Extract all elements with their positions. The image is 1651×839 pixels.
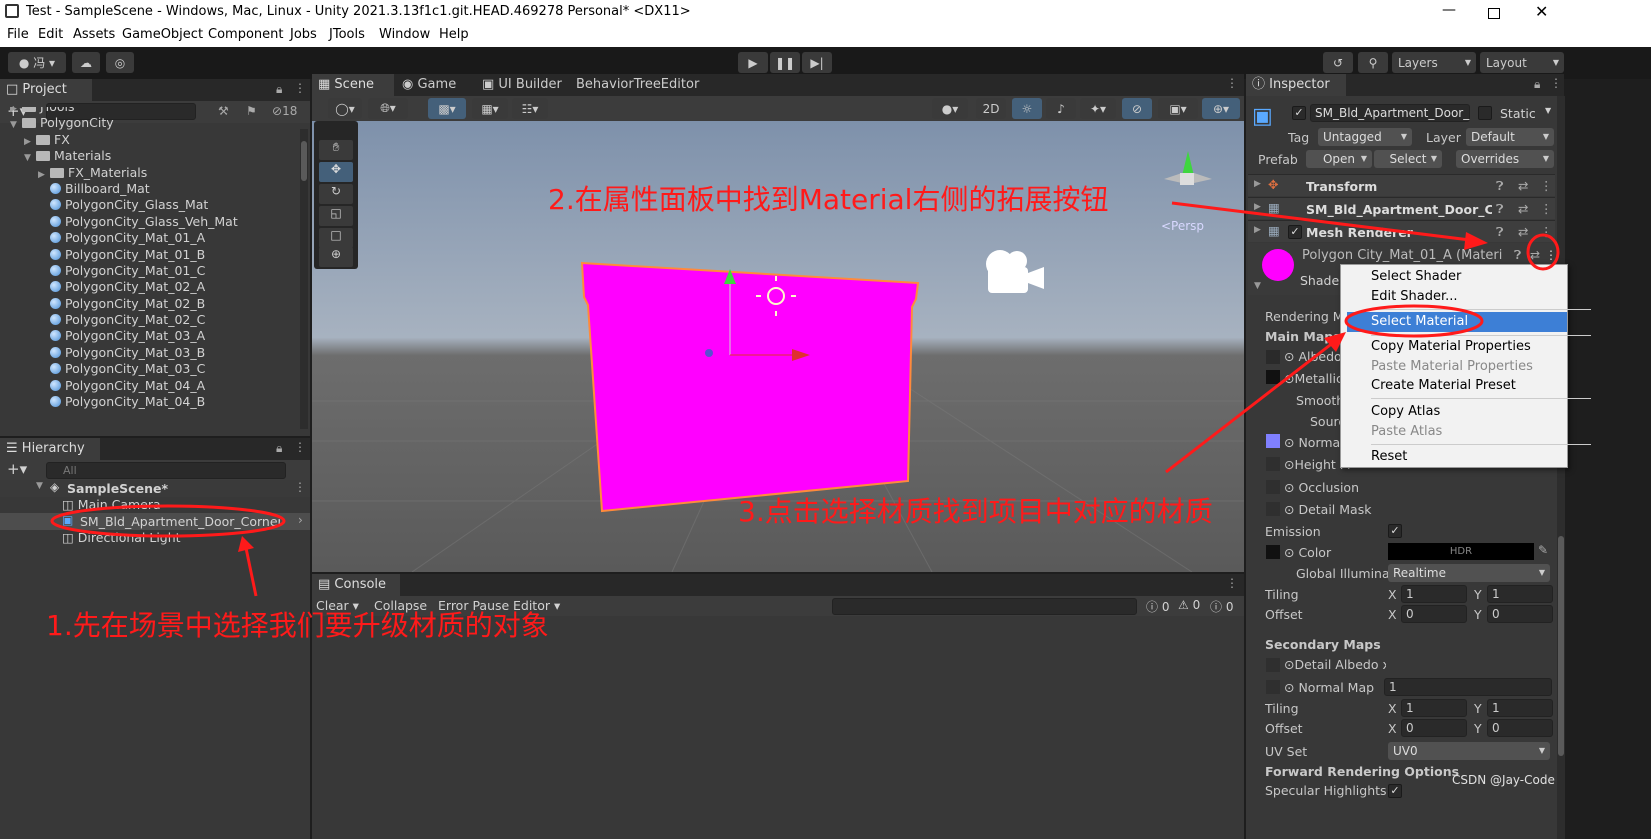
annotation-ellipse-select-material [1344,304,1484,338]
annotation-ellipse-more [1526,233,1560,271]
csdn-watermark: CSDN @Jay-Code [1452,773,1555,787]
annotation-ellipse-hierarchy [50,504,286,538]
annotation-arrowhead-1 [238,536,254,552]
annotation-step-1: 1.先在场景中选择我们要升级材质的对象 [46,609,549,642]
annotation-arrow-3 [1165,340,1335,474]
annotation-arrowhead-2 [1464,232,1488,250]
annotation-arrow-1 [244,547,258,597]
annotation-overlay [50,201,1560,597]
annotation-arrow-2 [1171,201,1471,242]
annotation-step-3: 3.点击选择材质找到项目中对应的材质 [738,495,1213,528]
annotation-step-2: 2.在属性面板中找到Material右侧的拓展按钮 [548,183,1109,216]
